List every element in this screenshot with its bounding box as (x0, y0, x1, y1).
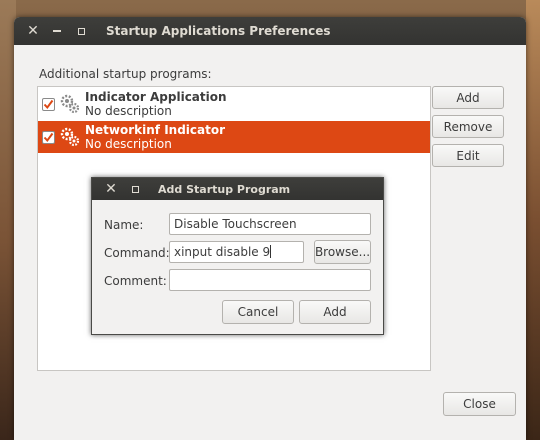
browse-button[interactable]: Browse... (314, 240, 371, 264)
program-description: No description (85, 137, 172, 151)
command-field[interactable]: xinput disable 9 (169, 241, 304, 263)
checkmark-icon (43, 132, 54, 142)
edit-button[interactable]: Edit (432, 144, 504, 167)
remove-button[interactable]: Remove (432, 115, 504, 138)
window-titlebar: ✕ Startup Applications Preferences (14, 17, 526, 45)
add-button[interactable]: Add (432, 86, 504, 109)
close-icon[interactable]: ✕ (102, 180, 120, 198)
desktop-background-right (526, 0, 540, 440)
close-icon[interactable]: ✕ (24, 22, 42, 40)
list-item[interactable]: Indicator Application No description (38, 88, 430, 120)
cancel-button[interactable]: Cancel (222, 300, 294, 324)
comment-label: Comment: (104, 274, 167, 288)
program-name: Indicator Application (85, 90, 227, 104)
program-description: No description (85, 104, 172, 118)
text-cursor (270, 245, 272, 258)
name-label: Name: (104, 218, 144, 232)
dialog-add-button[interactable]: Add (299, 300, 371, 324)
enable-checkbox[interactable] (42, 130, 55, 144)
add-startup-program-dialog: ✕ Add Startup Program Name: Disable Touc… (91, 177, 384, 335)
section-label: Additional startup programs: (39, 67, 212, 81)
gears-icon (60, 127, 80, 147)
enable-checkbox[interactable] (42, 97, 55, 111)
comment-field[interactable] (169, 269, 371, 291)
list-item-selected[interactable]: Networkinf Indicator No description (38, 121, 430, 153)
dialog-title: Add Startup Program (158, 182, 291, 196)
program-name: Networkinf Indicator (85, 123, 226, 137)
name-field[interactable]: Disable Touchscreen (169, 213, 371, 235)
maximize-icon[interactable] (72, 22, 90, 40)
dialog-titlebar: ✕ Add Startup Program (92, 178, 383, 200)
command-value: xinput disable 9 (174, 245, 271, 259)
checkmark-icon (43, 99, 54, 109)
command-label: Command: (104, 246, 170, 260)
close-button[interactable]: Close (443, 392, 516, 416)
maximize-icon[interactable] (126, 180, 144, 198)
window-title: Startup Applications Preferences (106, 24, 331, 38)
gears-icon (60, 94, 80, 114)
minimize-icon[interactable] (48, 22, 66, 40)
